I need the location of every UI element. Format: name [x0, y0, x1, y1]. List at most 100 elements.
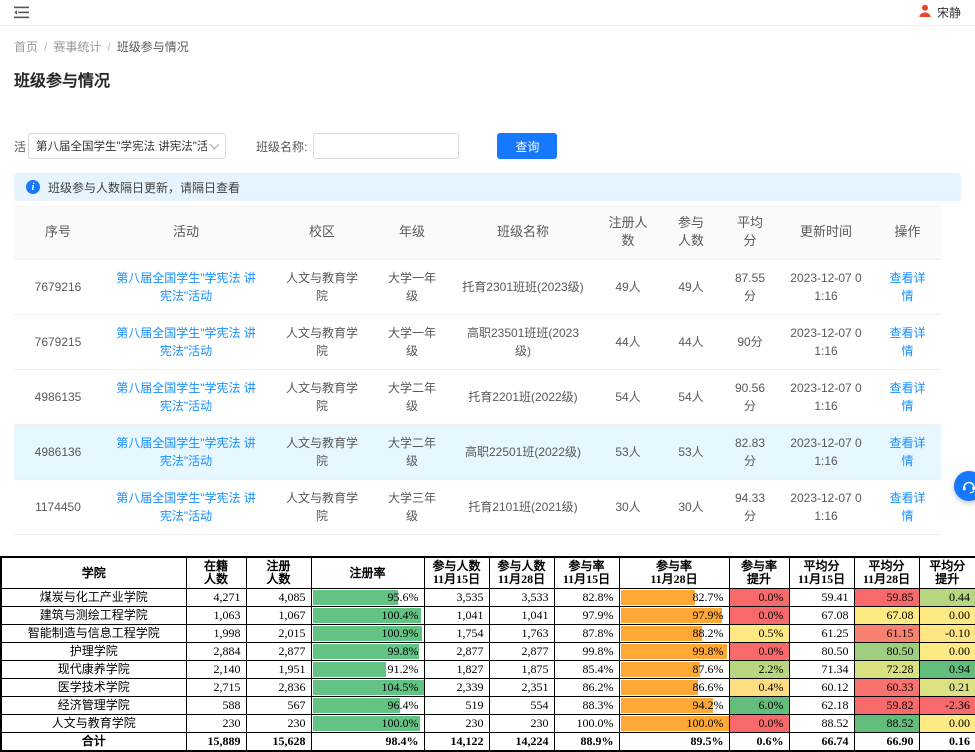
sheet-cell-value: 0.00 [949, 644, 970, 658]
column-header: 年级 [374, 205, 450, 260]
sheet-cell-a1115: 60.12 [789, 679, 854, 697]
sheet-cell-reg-rate: 91.2% [311, 661, 424, 679]
sheet-cell-r1115: 85.4% [554, 661, 619, 679]
sheet-cell-reg-rate: 98.4% [311, 733, 424, 752]
activity-link[interactable]: 第八届全国学生"学宪法 讲宪法"活动 [116, 491, 256, 523]
activity-select[interactable]: 第八届全国学生"学宪法 讲宪法"活动 [28, 133, 226, 159]
activity-link[interactable]: 第八届全国学生"学宪法 讲宪法"活动 [116, 381, 256, 413]
sheet-cell-value: 60.33 [887, 680, 914, 694]
sheet-cell-a1128: 88.52 [854, 715, 919, 733]
cell-registered: 53人 [596, 425, 660, 480]
view-detail-link[interactable]: 查看详情 [889, 381, 925, 413]
cell-class-name: 高职22501班(2022级) [450, 425, 596, 480]
class-name-label: 班级名称: [256, 138, 307, 155]
sheet-cell-value: -2.36 [945, 698, 970, 712]
sheet-cell-p1115: 1,041 [424, 607, 489, 625]
sheet-cell-a1115: 61.25 [789, 625, 854, 643]
sheet-cell-reg-rate: 96.4% [311, 697, 424, 715]
activity-link[interactable]: 第八届全国学生"学宪法 讲宪法"活动 [116, 326, 256, 358]
view-detail-link[interactable]: 查看详情 [889, 436, 925, 468]
sheet-cell-p1128: 3,533 [489, 589, 554, 607]
sheet-cell-p1128: 1,875 [489, 661, 554, 679]
sheet-cell-enrolled: 1,998 [186, 625, 246, 643]
sheet-cell-value: 95.6% [388, 590, 419, 604]
cell-activity: 第八届全国学生"学宪法 讲宪法"活动 [102, 480, 270, 535]
sheet-cell-r1115: 97.9% [554, 607, 619, 625]
breadcrumb-item[interactable]: 赛事统计 [53, 40, 101, 54]
view-detail-link[interactable]: 查看详情 [889, 326, 925, 358]
sheet-cell-r-gain: 0.0% [729, 643, 789, 661]
column-header: 班级名称 [450, 205, 596, 260]
sheet-cell-a-gain: 0.16 [919, 733, 975, 752]
sheet-column-header: 平均分 11月28日 [854, 557, 919, 589]
class-name-input[interactable] [313, 133, 459, 159]
sheet-cell-p1115: 14,122 [424, 733, 489, 752]
sheet-cell-p1128: 14,224 [489, 733, 554, 752]
sheet-cell-value: 104.5% [382, 680, 419, 694]
cell-registered: 54人 [596, 370, 660, 425]
notice-banner: i 班级参与人数隔日更新，请隔日查看 [14, 173, 961, 201]
sheet-cell-r-gain: 2.2% [729, 661, 789, 679]
collapse-menu-icon[interactable] [14, 6, 29, 19]
sheet-cell-enrolled: 2,140 [186, 661, 246, 679]
cell-participants: 54人 [660, 370, 722, 425]
sheet-cell-value: 100.4% [382, 608, 419, 622]
breadcrumb-item[interactable]: 首页 [14, 40, 38, 54]
data-bar [621, 680, 698, 695]
cell-activity: 第八届全国学生"学宪法 讲宪法"活动 [102, 315, 270, 370]
sheet-cell-r1128: 94.2% [619, 697, 729, 715]
sheet-cell-value: 0.00 [949, 608, 970, 622]
cell-grade: 大学二年级 [374, 425, 450, 480]
search-button[interactable]: 查询 [497, 133, 557, 159]
sheet-cell-enrolled: 230 [186, 715, 246, 733]
sheet-cell-value: 59.85 [887, 590, 914, 604]
participation-table: 序号活动校区年级班级名称注册人数参与人数平均分更新时间操作 7679216第八届… [14, 205, 941, 535]
sheet-cell-r1128: 99.8% [619, 643, 729, 661]
sheet-cell-registered: 2,015 [246, 625, 311, 643]
cell-updated: 2023-12-07 01:16 [778, 260, 874, 315]
sheet-total-row: 合计15,88915,62898.4%14,12214,22488.9%89.5… [1, 733, 975, 752]
sheet-cell-value: 0.44 [949, 590, 970, 604]
sheet-cell-value: 0.0% [759, 608, 784, 622]
sheet-cell-enrolled: 15,889 [186, 733, 246, 752]
cell-avg-score: 87.55分 [722, 260, 778, 315]
breadcrumb: 首页/赛事统计/班级参与情况 [14, 38, 961, 55]
activity-link[interactable]: 第八届全国学生"学宪法 讲宪法"活动 [116, 271, 256, 303]
sheet-cell-value: 82.7% [693, 590, 724, 604]
sheet-cell-p1115: 3,535 [424, 589, 489, 607]
sheet-cell-value: -0.10 [945, 626, 970, 640]
sheet-cell-a-gain: 0.00 [919, 715, 975, 733]
cell-activity: 第八届全国学生"学宪法 讲宪法"活动 [102, 370, 270, 425]
sheet-cell-value: 0.0% [759, 644, 784, 658]
cell-activity: 第八届全国学生"学宪法 讲宪法"活动 [102, 260, 270, 315]
sheet-cell-r1115: 100.0% [554, 715, 619, 733]
sheet-cell-enrolled: 4,271 [186, 589, 246, 607]
sheet-cell-name: 经济管理学院 [1, 697, 186, 715]
user-menu[interactable]: 宋静 [918, 4, 961, 21]
activity-link[interactable]: 第八届全国学生"学宪法 讲宪法"活动 [116, 436, 256, 468]
service-float-button[interactable] [954, 471, 975, 501]
sheet-cell-a1115: 67.08 [789, 607, 854, 625]
data-bar [621, 662, 701, 677]
view-detail-link[interactable]: 查看详情 [889, 271, 925, 303]
sheet-cell-reg-rate: 99.8% [311, 643, 424, 661]
cell-campus: 人文与教育学院 [270, 315, 374, 370]
sheet-cell-a1115: 80.50 [789, 643, 854, 661]
sheet-column-header: 平均分 11月15日 [789, 557, 854, 589]
sheet-cell-a1128: 59.82 [854, 697, 919, 715]
column-header: 校区 [270, 205, 374, 260]
cell-campus: 人文与教育学院 [270, 260, 374, 315]
filter-row: 活 第八届全国学生"学宪法 讲宪法"活动 班级名称: 查询 [14, 133, 961, 159]
sheet-cell-a-gain: 0.00 [919, 643, 975, 661]
sheet-cell-value: 96.4% [388, 698, 419, 712]
cell-grade: 大学三年级 [374, 480, 450, 535]
sheet-cell-value: 97.9% [693, 608, 724, 622]
sheet-cell-name: 现代康养学院 [1, 661, 186, 679]
sheet-cell-r1128: 89.5% [619, 733, 729, 752]
sheet-cell-value: 2.2% [759, 662, 784, 676]
cell-action: 查看详情 [874, 370, 941, 425]
sheet-cell-r-gain: 6.0% [729, 697, 789, 715]
view-detail-link[interactable]: 查看详情 [889, 491, 925, 523]
sheet-cell-r1115: 87.8% [554, 625, 619, 643]
sheet-cell-value: 88.52 [887, 716, 914, 730]
